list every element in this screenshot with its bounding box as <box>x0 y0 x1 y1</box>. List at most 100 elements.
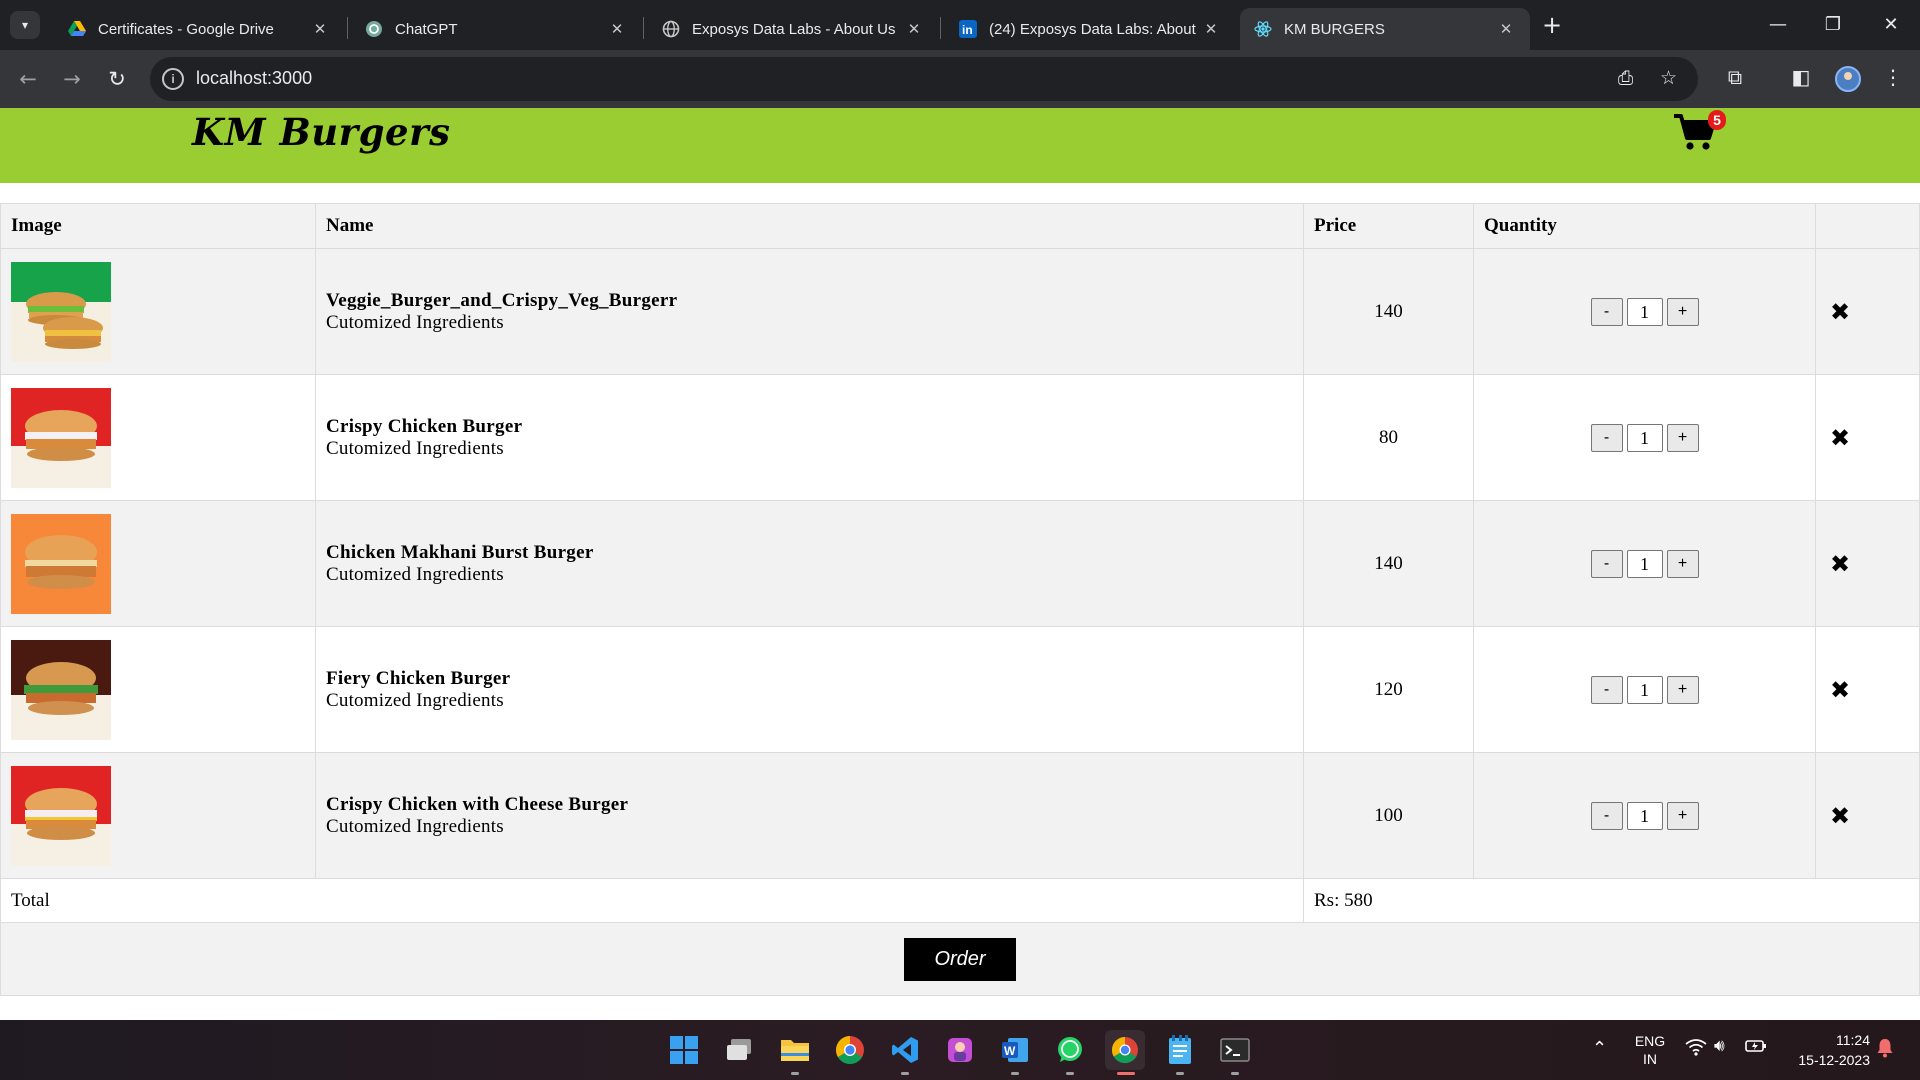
new-tab-button[interactable]: + <box>1542 10 1562 40</box>
url-text[interactable]: localhost:3000 <box>196 68 312 89</box>
language-code: ENG <box>1634 1033 1666 1049</box>
remove-item-icon[interactable]: ✖ <box>1830 298 1850 326</box>
increase-quantity-button[interactable]: + <box>1666 423 1699 452</box>
photos-app-icon[interactable] <box>940 1030 980 1070</box>
site-info-icon[interactable]: i <box>162 68 184 90</box>
increase-quantity-button[interactable]: + <box>1666 549 1699 578</box>
decrease-quantity-button[interactable]: - <box>1590 423 1623 452</box>
clock[interactable]: 11:24 15-12-2023 <box>1780 1030 1870 1070</box>
image-cell <box>0 248 316 375</box>
wifi-icon[interactable] <box>1685 1038 1707 1061</box>
decrease-quantity-button[interactable]: - <box>1590 801 1623 830</box>
forward-arrow-icon[interactable]: → <box>57 64 87 94</box>
running-indicator <box>791 1072 799 1075</box>
chrome-profile-icon[interactable] <box>1105 1030 1145 1070</box>
quantity-cell: - 1 + <box>1473 248 1816 375</box>
vscode-icon[interactable] <box>885 1030 925 1070</box>
item-subtitle: Cutomized Ingredients <box>326 689 504 711</box>
restore-icon[interactable]: ❐ <box>1813 10 1853 40</box>
remove-item-icon[interactable]: ✖ <box>1830 676 1850 704</box>
item-name: Veggie_Burger_and_Crispy_Veg_Burgerr <box>326 289 678 311</box>
volume-icon[interactable]: 🔊︎ <box>1714 1036 1725 1056</box>
whatsapp-icon[interactable] <box>1050 1030 1090 1070</box>
increase-quantity-button[interactable]: + <box>1666 297 1699 326</box>
image-cell <box>0 752 316 879</box>
show-hidden-icons-chevron-icon[interactable]: ⌃ <box>1592 1038 1607 1059</box>
clock-date: 15-12-2023 <box>1798 1052 1870 1068</box>
tab-linkedin[interactable]: in (24) Exposys Data Labs: About | ✕ <box>945 8 1235 50</box>
quantity-value: 1 <box>1626 801 1663 830</box>
running-indicator <box>1011 1072 1019 1075</box>
item-name: Fiery Chicken Burger <box>326 667 511 689</box>
battery-icon[interactable] <box>1745 1038 1767 1057</box>
profile-avatar[interactable] <box>1835 66 1861 92</box>
chrome-icon[interactable] <box>830 1030 870 1070</box>
decrease-quantity-button[interactable]: - <box>1590 675 1623 704</box>
bookmark-star-icon[interactable]: ☆ <box>1660 67 1677 89</box>
tab-title: (24) Exposys Data Labs: About | <box>989 20 1201 38</box>
tab-chatgpt[interactable]: ChatGPT ✕ <box>351 8 641 50</box>
close-tab-icon[interactable]: ✕ <box>607 20 627 38</box>
close-tab-icon[interactable]: ✕ <box>1201 20 1221 38</box>
quantity-stepper: - 1 + <box>1590 297 1699 326</box>
reload-icon[interactable]: ↻ <box>102 64 132 94</box>
svg-text:in: in <box>962 23 973 37</box>
close-tab-icon[interactable]: ✕ <box>1496 20 1516 38</box>
close-tab-icon[interactable]: ✕ <box>310 20 330 38</box>
menu-kebab-icon[interactable]: ⋮ <box>1878 65 1908 89</box>
word-icon[interactable]: W <box>995 1030 1035 1070</box>
increase-quantity-button[interactable]: + <box>1666 801 1699 830</box>
remove-cell: ✖ <box>1815 500 1920 627</box>
close-window-icon[interactable]: ✕ <box>1871 10 1911 40</box>
item-price: 140 <box>1303 500 1474 627</box>
site-header: KM Burgers 5 <box>0 108 1920 183</box>
crispy-chicken-burger-image <box>11 387 111 488</box>
site-brand[interactable]: KM Burgers <box>192 110 450 154</box>
task-view-icon[interactable] <box>720 1030 760 1070</box>
tab-search-button[interactable]: ▾ <box>10 11 40 39</box>
remove-item-icon[interactable]: ✖ <box>1830 550 1850 578</box>
windows-start-icon[interactable] <box>664 1030 704 1070</box>
page-content: KM Burgers 5 Image Name Price Quantity V… <box>0 108 1920 1020</box>
cart-table: Image Name Price Quantity Veggie_Burger_… <box>0 203 1920 996</box>
decrease-quantity-button[interactable]: - <box>1590 549 1623 578</box>
quantity-value: 1 <box>1626 297 1663 326</box>
column-header-remove <box>1815 203 1920 249</box>
quantity-stepper: - 1 + <box>1590 801 1699 830</box>
minimize-icon[interactable]: — <box>1758 10 1798 40</box>
image-cell <box>0 626 316 753</box>
linkedin-icon: in <box>959 20 977 38</box>
tab-km-burgers[interactable]: KM BURGERS ✕ <box>1240 8 1530 50</box>
tab-exposys-about[interactable]: Exposys Data Labs - About Us ✕ <box>648 8 938 50</box>
back-arrow-icon[interactable]: ← <box>13 64 43 94</box>
tab-google-drive[interactable]: Certificates - Google Drive ✕ <box>54 8 344 50</box>
svg-text:W: W <box>1004 1044 1016 1058</box>
notification-bell-icon[interactable] <box>1876 1038 1894 1061</box>
running-indicator <box>1176 1072 1184 1075</box>
quantity-stepper: - 1 + <box>1590 423 1699 452</box>
terminal-icon[interactable] <box>1215 1030 1255 1070</box>
file-explorer-icon[interactable] <box>775 1030 815 1070</box>
crispy-chicken-cheese-burger-image <box>11 765 111 866</box>
close-tab-icon[interactable]: ✕ <box>904 20 924 38</box>
notepad-icon[interactable] <box>1160 1030 1200 1070</box>
item-price: 120 <box>1303 626 1474 753</box>
item-subtitle: Cutomized Ingredients <box>326 311 504 333</box>
remove-item-icon[interactable]: ✖ <box>1830 802 1850 830</box>
increase-quantity-button[interactable]: + <box>1666 675 1699 704</box>
decrease-quantity-button[interactable]: - <box>1590 297 1623 326</box>
extensions-icon[interactable]: ⧉ <box>1720 65 1750 89</box>
language-indicator[interactable]: ENG IN <box>1630 1032 1670 1068</box>
side-panel-icon[interactable]: ◧ <box>1786 65 1816 89</box>
item-subtitle: Cutomized Ingredients <box>326 437 504 459</box>
address-bar[interactable]: i localhost:3000 ⎙ ☆ <box>150 57 1698 101</box>
install-app-icon[interactable]: ⎙ <box>1618 67 1633 89</box>
quantity-cell: - 1 + <box>1473 752 1816 879</box>
remove-item-icon[interactable]: ✖ <box>1830 424 1850 452</box>
order-button[interactable]: Order <box>904 937 1016 981</box>
remove-cell: ✖ <box>1815 752 1920 879</box>
table-row: Crispy Chicken with Cheese Burger Cutomi… <box>0 752 1920 879</box>
quantity-cell: - 1 + <box>1473 500 1816 627</box>
globe-icon <box>662 20 680 38</box>
browser-tab-bar: ▾ Certificates - Google Drive ✕ ChatGPT … <box>0 0 1920 50</box>
